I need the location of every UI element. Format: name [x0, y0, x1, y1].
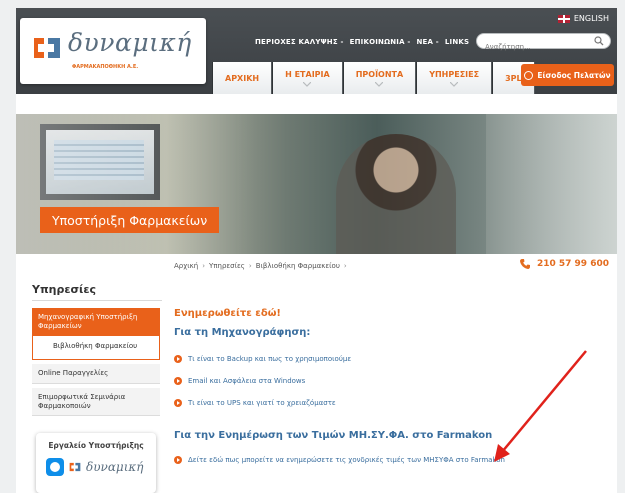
arrow-bullet-icon: [174, 456, 182, 464]
search-box: [476, 33, 611, 54]
support-tool-logos: δυναμική: [46, 458, 156, 476]
user-icon: [524, 70, 534, 80]
top-link-contact[interactable]: ΕΠΙΚΟΙΝΩΝΙΑ -: [347, 38, 414, 46]
logo-text: δυναμική: [68, 28, 192, 57]
search-icon[interactable]: [594, 36, 604, 46]
heading-it: Για τη Μηχανογράφηση:: [174, 327, 311, 338]
top-link-coverage[interactable]: ΠΕΡΙΟΧΕΣ ΚΑΛΥΨΗΣ -: [252, 38, 347, 46]
top-link-links[interactable]: LINKS: [442, 38, 472, 46]
link-update-prices[interactable]: Δείτε εδώ πως μπορείτε να ενημερώσετε τι…: [188, 456, 505, 464]
uk-flag-icon: [557, 14, 570, 23]
link-email-security[interactable]: Email και Ασφάλεια στα Windows: [188, 377, 305, 385]
link-ups[interactable]: Τι είναι το UPS και γιατί το χρειαζόμαστ…: [188, 399, 336, 407]
phone-number: 210 57 99 600: [536, 259, 609, 269]
nav-home-label: ΑΡΧΙΚΗ: [225, 73, 260, 83]
chevron-down-icon: [450, 81, 459, 87]
logo-mark-icon: [69, 462, 81, 472]
logo-mark-icon: [34, 38, 60, 58]
link-backup[interactable]: Τι είναι το Backup και πως το χρησιμοποι…: [188, 355, 351, 363]
red-arrow-annotation: [494, 350, 587, 462]
sidebar-item-seminars[interactable]: Επιμορφωτικά Σεμινάρια Φαρμακοποιών: [32, 387, 160, 417]
breadcrumb-library[interactable]: Βιβλιοθήκη Φαρμακείου: [256, 262, 340, 270]
nav-services[interactable]: ΥΠΗΡΕΣΙΕΣ: [416, 62, 493, 94]
hero-glow: [16, 114, 617, 254]
sidebar-subitem-library[interactable]: Βιβλιοθήκη Φαρμακείου: [32, 336, 160, 360]
chevron-right-icon: ›: [248, 262, 252, 270]
breadcrumb-home[interactable]: Αρχική: [174, 262, 198, 270]
nav-products[interactable]: ΠΡΟΪΟΝΤΑ: [342, 62, 417, 94]
arrow-bullet-icon: [174, 377, 182, 385]
main-nav: ΑΡΧΙΚΗ Η ΕΤΑΙΡΙΑ ΠΡΟΪΟΝΤΑ ΥΠΗΡΕΣΙΕΣ 3PL: [212, 62, 535, 94]
language-switch[interactable]: ENGLISH: [557, 14, 609, 23]
sidebar-divider: [32, 300, 162, 301]
site-header: δυναμική ΦΑΡΜΑΚΑΠΟΘΗΚΗ Α.Ε. ENGLISH ΠΕΡΙ…: [16, 8, 617, 94]
chevron-right-icon: ›: [202, 262, 206, 270]
logo-subtitle: ΦΑΡΜΑΚΑΠΟΘΗΚΗ Α.Ε.: [72, 64, 139, 70]
top-links: ΠΕΡΙΟΧΕΣ ΚΑΛΥΨΗΣ - ΕΠΙΚΟΙΝΩΝΙΑ - ΝΕΑ - L…: [252, 38, 472, 46]
sidebar-item-it-support[interactable]: Μηχανογραφική Υποστήριξη Φαρμακείων: [32, 308, 160, 336]
sidebar-title: Υπηρεσίες: [32, 283, 96, 296]
arrow-bullet-icon: [174, 355, 182, 363]
nav-company[interactable]: Η ΕΤΑΙΡΙΑ: [272, 62, 343, 94]
support-tool-title: Εργαλείο Υποστήριξης: [48, 441, 144, 450]
teamviewer-icon: [46, 458, 64, 476]
sidebar-item-online-orders[interactable]: Online Παραγγελίες: [32, 364, 160, 384]
language-label: ENGLISH: [573, 14, 609, 23]
nav-3pl-label: 3PL: [505, 73, 522, 83]
search-input[interactable]: [477, 40, 587, 54]
logo[interactable]: δυναμική ΦΑΡΜΑΚΑΠΟΘΗΚΗ Α.Ε.: [20, 18, 206, 84]
login-label: Είσοδος Πελατών: [537, 70, 611, 80]
hero-title: Υποστήριξη Φαρμακείων: [40, 207, 220, 233]
hero-banner: [16, 114, 617, 254]
breadcrumb: Αρχική › Υπηρεσίες › Βιβλιοθήκη Φαρμακεί…: [174, 262, 347, 270]
phone-icon: [519, 259, 530, 269]
breadcrumb-services[interactable]: Υπηρεσίες: [209, 262, 245, 270]
page-frame: δυναμική ΦΑΡΜΑΚΑΠΟΘΗΚΗ Α.Ε. ENGLISH ΠΕΡΙ…: [16, 8, 617, 493]
customer-login-button[interactable]: Είσοδος Πελατών: [521, 64, 614, 86]
phone-contact[interactable]: 210 57 99 600: [519, 258, 609, 270]
arrow-bullet-icon: [174, 399, 182, 407]
top-link-news[interactable]: ΝΕΑ -: [413, 38, 441, 46]
support-tool-box[interactable]: Εργαλείο Υποστήριξης δυναμική: [36, 433, 156, 493]
support-tool-brand: δυναμική: [86, 460, 144, 474]
sidebar-menu: Μηχανογραφική Υποστήριξη Φαρμακείων Βιβλ…: [32, 308, 160, 417]
heading-update-here: Ενημερωθείτε εδώ!: [174, 308, 281, 319]
nav-company-label: Η ΕΤΑΙΡΙΑ: [285, 69, 330, 79]
nav-services-label: ΥΠΗΡΕΣΙΕΣ: [429, 69, 480, 79]
nav-products-label: ΠΡΟΪΟΝΤΑ: [355, 69, 404, 79]
chevron-right-icon: ›: [343, 262, 347, 270]
chevron-down-icon: [375, 81, 384, 87]
nav-home[interactable]: ΑΡΧΙΚΗ: [212, 62, 273, 94]
chevron-down-icon: [303, 81, 312, 87]
